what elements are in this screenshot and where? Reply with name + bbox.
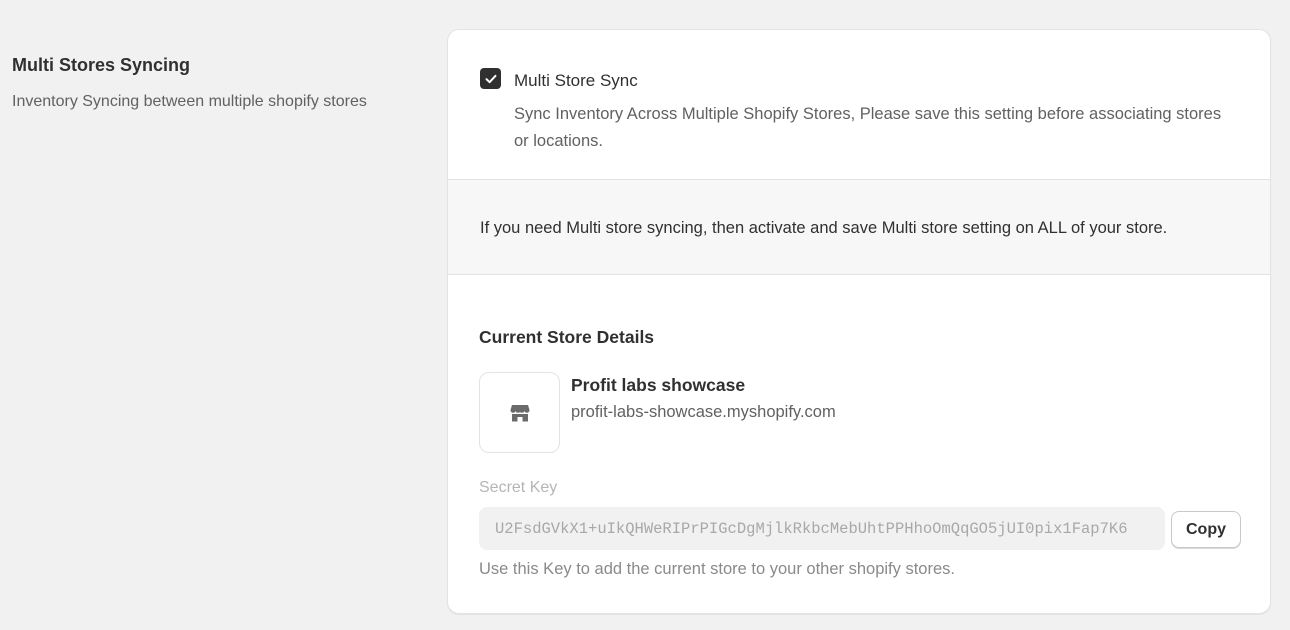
info-banner: If you need Multi store syncing, then ac… xyxy=(448,180,1270,275)
store-icon xyxy=(510,404,529,421)
multi-store-sync-help: Sync Inventory Across Multiple Shopify S… xyxy=(514,105,1222,150)
multi-store-sync-block: Multi Store Sync Sync Inventory Across M… xyxy=(448,30,1270,180)
store-name: Profit labs showcase xyxy=(571,375,746,395)
copy-button[interactable]: Copy xyxy=(1171,511,1241,548)
secret-key-label: Secret Key xyxy=(479,479,558,496)
info-banner-text: If you need Multi store syncing, then ac… xyxy=(480,219,1168,237)
store-domain: profit-labs-showcase.myshopify.com xyxy=(571,403,836,421)
multi-store-sync-label[interactable]: Multi Store Sync xyxy=(514,70,638,92)
multi-store-sync-checkbox[interactable] xyxy=(480,68,501,89)
settings-page: Multi Stores Syncing Inventory Syncing b… xyxy=(0,0,1290,630)
section-description: Inventory Syncing between multiple shopi… xyxy=(12,93,367,110)
current-store-heading: Current Store Details xyxy=(479,327,655,347)
section-title: Multi Stores Syncing xyxy=(12,55,191,75)
secret-key-field[interactable] xyxy=(479,507,1165,550)
settings-card: Multi Store Sync Sync Inventory Across M… xyxy=(447,29,1271,614)
section-header: Multi Stores Syncing Inventory Syncing b… xyxy=(12,53,432,113)
current-store-block: Current Store Details Profit labs showca… xyxy=(448,275,1270,613)
checkmark-icon xyxy=(485,74,496,83)
store-thumbnail xyxy=(479,372,560,453)
secret-key-help: Use this Key to add the current store to… xyxy=(479,560,955,578)
